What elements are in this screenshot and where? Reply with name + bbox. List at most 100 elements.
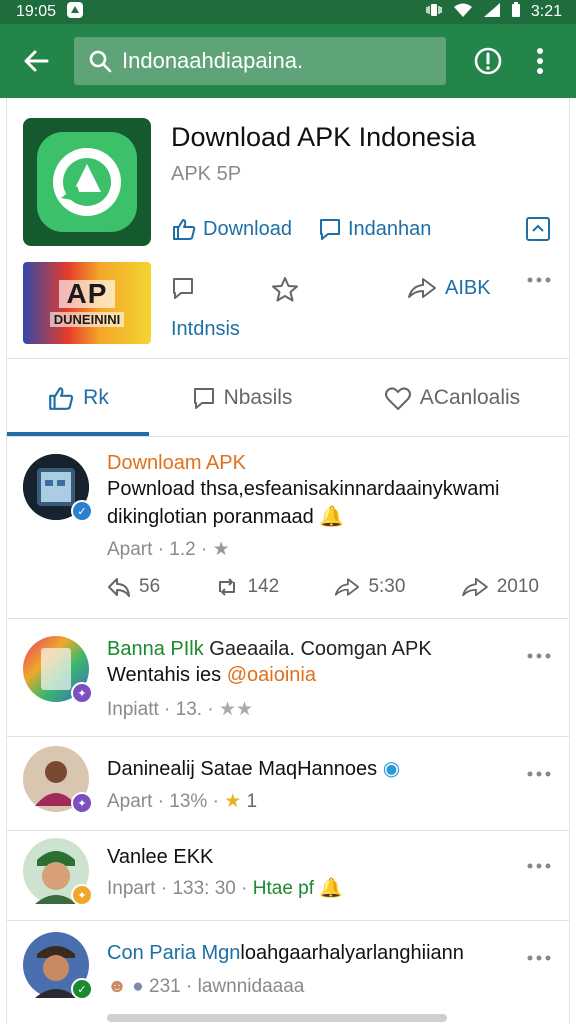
bell-emoji-icon: 🔔 — [319, 878, 343, 899]
post-author[interactable]: Vanlee EKK — [107, 846, 213, 869]
tab-bar: Rk Nbasils ACanloalis — [7, 360, 569, 436]
overflow-menu-button[interactable] — [518, 39, 562, 83]
post-meta: Inpiatt · 13. · ★★ — [107, 698, 253, 721]
wifi-icon — [453, 2, 473, 23]
expand-button[interactable] — [525, 216, 551, 248]
app-actions: Download Indanhan — [171, 214, 569, 244]
notification-icon — [66, 1, 84, 24]
post-body-text: dikinglotian poranmaad — [107, 506, 314, 528]
status-clock-right: 3:21 — [530, 3, 562, 20]
app-icon[interactable] — [23, 118, 151, 246]
post-title: Con Paria Mgnloahgaarhalyarlanghiiann — [107, 942, 464, 965]
post-author[interactable]: Downloam APK — [107, 452, 246, 475]
app-header: Download APK Indonesia APK 5P Download I… — [23, 118, 569, 246]
verified-icon: ◉ — [382, 758, 401, 780]
post-meta-text: Inpart · 133: 30 · — [107, 878, 248, 899]
mention-link[interactable]: @oaioinia — [227, 664, 316, 686]
badge-icon: ✦ — [71, 884, 93, 906]
scrollbar[interactable] — [107, 1014, 447, 1022]
info-icon — [474, 47, 502, 75]
search-icon — [89, 50, 112, 73]
arrow-left-icon — [24, 50, 49, 72]
post-more-button[interactable] — [527, 850, 551, 876]
app-logo — [37, 132, 137, 232]
post-author-rest: Gaeaaila. Coomgan APK — [209, 638, 432, 660]
post-body-text: Wentahis ies — [107, 664, 222, 686]
emoji-icon: ☻ — [107, 976, 127, 997]
download-action-label: Download — [203, 217, 292, 240]
tab-likes[interactable]: Rk — [7, 360, 149, 436]
more-horizontal-icon — [527, 771, 551, 777]
media-actions: AIBK — [171, 276, 551, 306]
badge-icon: ✦ — [71, 682, 93, 704]
share-icon — [408, 278, 436, 298]
post-more-button[interactable] — [527, 640, 551, 666]
divider — [7, 358, 569, 359]
badge-icon: ✦ — [71, 792, 93, 814]
post-title: Daninealij Satae MaqHannoes ◉ — [107, 756, 400, 781]
app-bar: Indonaahdiapaina. — [0, 24, 576, 98]
tab-likes-label: Rk — [83, 386, 109, 409]
reply-count: 56 — [139, 576, 161, 597]
vibrate-icon — [425, 2, 443, 23]
post-stats: 56 142 5:30 2010 — [107, 576, 539, 598]
post-author[interactable]: Banna PIlk — [107, 638, 204, 660]
download-action[interactable]: Download — [171, 217, 292, 241]
more-horizontal-icon — [527, 863, 551, 869]
more-horizontal-icon — [527, 277, 551, 283]
status-bar: 19:05 3:21 — [0, 0, 576, 24]
media-more-button[interactable] — [527, 276, 551, 284]
more-horizontal-icon — [527, 653, 551, 659]
post-meta: Inpart · 133: 30 · Htae pf 🔔 — [107, 876, 343, 900]
like-button[interactable]: 5:30 — [334, 576, 405, 598]
share-count: 2010 — [496, 576, 539, 597]
post-meta-text: Apart · 13% · — [107, 791, 219, 812]
comment-action[interactable]: Indanhan — [318, 217, 431, 241]
promo-thumbnail[interactable]: AP DUNEININI — [23, 262, 151, 344]
post-item[interactable]: ✓ Downloam APK Pownload thsa,esfeanisaki… — [7, 436, 569, 618]
globe-icon: ● — [132, 976, 144, 997]
post-meta: ☻ ● 231 · lawnnidaaaa — [107, 976, 304, 998]
signal-icon — [483, 2, 501, 23]
post-title: Banna PIlk Gaeaaila. Coomgan APK — [107, 638, 432, 661]
media-share-button[interactable]: AIBK — [407, 276, 491, 300]
battery-icon — [511, 1, 521, 23]
thumbnail-title: AP — [58, 279, 116, 308]
thumbs-up-icon — [173, 219, 196, 240]
star-icon: ★ — [212, 539, 230, 560]
post-author[interactable]: Daninealij Satae MaqHannoes — [107, 758, 377, 780]
post-item[interactable]: ✓ Con Paria Mgnloahgaarhalyarlanghiiann … — [7, 920, 569, 1024]
tab-favorites[interactable]: ACanloalis — [335, 360, 569, 436]
star-outline-icon — [272, 277, 298, 302]
more-vertical-icon — [537, 48, 543, 74]
heart-icon — [384, 387, 411, 410]
media-share-label: AIBK — [445, 276, 491, 299]
post-item[interactable]: ✦ Daninealij Satae MaqHannoes ◉ Apart · … — [7, 736, 569, 830]
share-button[interactable]: 2010 — [461, 576, 539, 598]
media-row: AP DUNEININI AIBK Intdnsis — [23, 262, 569, 346]
search-query: Indonaahdiapaina. — [122, 48, 304, 73]
post-item[interactable]: ✦ Vanlee EKK Inpart · 133: 30 · Htae pf … — [7, 830, 569, 920]
post-more-button[interactable] — [527, 758, 551, 784]
repost-count: 142 — [247, 576, 280, 597]
verified-badge-icon: ✓ — [71, 500, 93, 522]
share-icon — [335, 578, 360, 596]
post-author-rest: loahgaarhalyarlanghiiann — [240, 942, 464, 964]
search-input[interactable]: Indonaahdiapaina. — [74, 37, 446, 85]
repost-icon — [219, 578, 236, 596]
like-count: 5:30 — [368, 576, 406, 597]
post-item[interactable]: ✦ Banna PIlk Gaeaaila. Coomgan APK Wenta… — [7, 618, 569, 736]
media-label[interactable]: Intdnsis — [171, 318, 240, 341]
repost-button[interactable]: 142 — [215, 576, 279, 598]
post-author[interactable]: Con Paria Mgn — [107, 942, 240, 964]
tab-comments[interactable]: Nbasils — [149, 360, 335, 436]
media-comment-button[interactable] — [171, 276, 195, 300]
post-meta-text: Inpiatt · 13. · — [107, 699, 214, 720]
info-button[interactable] — [466, 39, 510, 83]
back-button[interactable] — [14, 39, 58, 83]
post-more-button[interactable] — [527, 942, 551, 968]
reply-button[interactable]: 56 — [107, 576, 160, 598]
tab-favorites-label: ACanloalis — [419, 386, 521, 409]
content-card: Download APK Indonesia APK 5P Download I… — [6, 98, 570, 1024]
media-favorite-button[interactable] — [271, 276, 299, 302]
